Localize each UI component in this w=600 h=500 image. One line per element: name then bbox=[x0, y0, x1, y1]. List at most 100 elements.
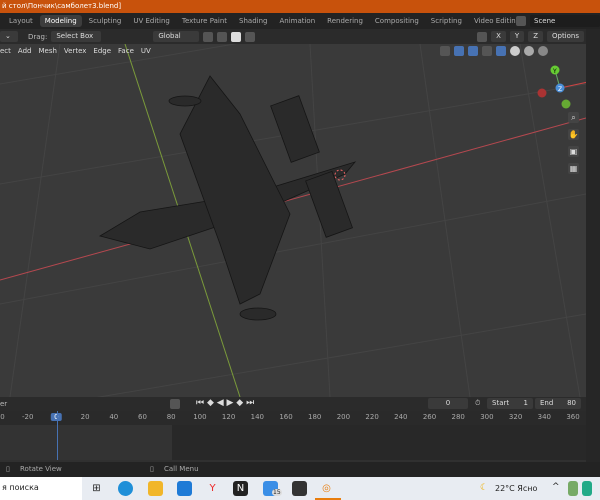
store-icon[interactable] bbox=[292, 481, 307, 496]
tray-chevron-icon[interactable]: ^ bbox=[552, 482, 560, 492]
start-frame-field[interactable]: Start 1 bbox=[487, 398, 533, 409]
hand-pan-icon[interactable]: ✋ bbox=[568, 129, 579, 140]
3d-viewport[interactable]: Y Z bbox=[0, 44, 586, 397]
yandex-browser-icon[interactable]: Y bbox=[205, 481, 220, 496]
tab-texture-paint[interactable]: Texture Paint bbox=[177, 15, 232, 27]
frame-range-highlight bbox=[0, 425, 172, 460]
frame-tick: 340 bbox=[537, 413, 551, 421]
grid-perspective-icon[interactable]: ▦ bbox=[568, 163, 579, 174]
playback-controls[interactable]: ⏮ ◆ ◀ ▶ ◆ ⏭ bbox=[196, 398, 254, 408]
window-title: й стол\Пончик\самболет3.blend] bbox=[0, 0, 600, 13]
frame-tick: 200 bbox=[336, 413, 351, 421]
properties-strip[interactable] bbox=[586, 29, 600, 462]
material-shading-icon[interactable] bbox=[524, 46, 534, 56]
task-view-icon[interactable]: ⊞ bbox=[89, 481, 104, 496]
frame-tick: 220 bbox=[365, 413, 379, 421]
navigation-gizmo: Y Z bbox=[537, 65, 586, 109]
tab-uv-editing[interactable]: UV Editing bbox=[128, 15, 175, 27]
axis-y-toggle[interactable]: Y bbox=[509, 31, 525, 42]
snap-target-icon[interactable] bbox=[231, 31, 242, 42]
frame-tick: 100 bbox=[193, 413, 207, 421]
visibility-icon[interactable] bbox=[440, 46, 450, 56]
drag-dropdown[interactable]: Select Box bbox=[51, 31, 102, 42]
tab-sculpting[interactable]: Sculpting bbox=[84, 15, 127, 27]
frame-tick: 140 bbox=[250, 413, 264, 421]
scene-selector[interactable]: Scene bbox=[516, 14, 600, 28]
record-icon[interactable] bbox=[170, 399, 180, 409]
start-value: 1 bbox=[523, 399, 528, 407]
menu-face[interactable]: Face bbox=[118, 47, 134, 55]
tray-app-icon[interactable] bbox=[568, 481, 578, 496]
end-label: End bbox=[540, 399, 554, 407]
scene-name[interactable]: Scene bbox=[530, 15, 600, 27]
menu-mesh[interactable]: Mesh bbox=[38, 47, 56, 55]
frame-tick: 80 bbox=[166, 413, 176, 421]
weather-moon-icon: ☾ bbox=[480, 483, 489, 493]
mouse-icon: ▯ bbox=[6, 465, 10, 473]
frame-tick: 40 bbox=[109, 413, 119, 421]
tab-shading[interactable]: Shading bbox=[234, 15, 272, 27]
gizmo-y-label: Y bbox=[552, 68, 557, 75]
blender-icon[interactable]: ◎ bbox=[319, 481, 334, 496]
mode-dropdown[interactable]: ⌄ bbox=[0, 31, 18, 42]
tab-scripting[interactable]: Scripting bbox=[426, 15, 467, 27]
zoom-icon[interactable]: ⌕ bbox=[568, 112, 579, 123]
proportional-edit-icon[interactable] bbox=[245, 31, 256, 42]
frame-tick: -40 bbox=[0, 413, 5, 421]
gizmo-toggle-icon[interactable] bbox=[454, 46, 464, 56]
taskbar-search[interactable]: я поиска bbox=[0, 477, 82, 500]
frame-tick: 300 bbox=[480, 413, 494, 421]
mail-icon[interactable] bbox=[177, 481, 192, 496]
viewport-shading-controls bbox=[440, 44, 548, 58]
menu-vertex[interactable]: Vertex bbox=[64, 47, 87, 55]
axis-z-toggle[interactable]: Z bbox=[528, 31, 543, 42]
edge-icon[interactable] bbox=[118, 481, 133, 496]
menu-add[interactable]: Add bbox=[18, 47, 32, 55]
file-explorer-icon[interactable] bbox=[148, 481, 163, 496]
menu-uv[interactable]: UV bbox=[141, 47, 151, 55]
stopwatch-icon[interactable]: ⏱ bbox=[475, 399, 480, 408]
camera-icon[interactable]: ▣ bbox=[568, 146, 579, 157]
tray-app-icon-2[interactable] bbox=[582, 481, 592, 496]
xray-icon[interactable] bbox=[482, 46, 492, 56]
playhead[interactable] bbox=[57, 411, 58, 460]
mirror-icon[interactable] bbox=[477, 31, 488, 42]
edit-menu-bar: ect Add Mesh Vertex Edge Face UV bbox=[0, 44, 151, 58]
notion-icon[interactable]: N bbox=[233, 481, 248, 496]
rendered-shading-icon[interactable] bbox=[538, 46, 548, 56]
tool-header: ⌄ Drag: Select Box Global X Y Z Options bbox=[0, 29, 600, 44]
frame-tick: 280 bbox=[451, 413, 465, 421]
orientation-dropdown[interactable]: Global bbox=[153, 31, 200, 42]
frame-tick: 20 bbox=[80, 413, 90, 421]
timeline-ruler[interactable]: -40-200204060801001201401601802002202402… bbox=[0, 411, 586, 425]
menu-select[interactable]: ect bbox=[0, 47, 11, 55]
axis-x-toggle[interactable]: X bbox=[491, 31, 506, 42]
pivot-icon[interactable] bbox=[203, 31, 214, 42]
frame-tick: 160 bbox=[279, 413, 293, 421]
timeline-body[interactable] bbox=[0, 411, 586, 460]
tab-modeling[interactable]: Modeling bbox=[39, 15, 82, 27]
tab-layout[interactable]: Layout bbox=[4, 15, 38, 27]
airplane-mesh bbox=[98, 75, 357, 321]
overlay-toggle-icon[interactable] bbox=[468, 46, 478, 56]
drag-label: Drag: bbox=[28, 32, 48, 41]
frame-tick: 60 bbox=[138, 413, 147, 421]
weather-text[interactable]: 22°C Ясно bbox=[495, 484, 537, 493]
tab-rendering[interactable]: Rendering bbox=[322, 15, 368, 27]
solid-shading-icon[interactable] bbox=[510, 46, 520, 56]
notification-badge: 15 bbox=[272, 489, 282, 496]
viewport-nav-tools: ⌕ ✋ ▣ ▦ bbox=[568, 112, 584, 174]
status-call-menu: Call Menu bbox=[164, 465, 199, 473]
end-frame-field[interactable]: End 80 bbox=[535, 398, 581, 409]
options-dropdown[interactable]: Options bbox=[546, 31, 584, 42]
wireframe-shading-icon[interactable] bbox=[496, 46, 506, 56]
tab-compositing[interactable]: Compositing bbox=[370, 15, 424, 27]
gizmo-z-label: Z bbox=[558, 86, 562, 93]
current-frame-field[interactable]: 0 bbox=[428, 398, 468, 409]
frame-tick: 360 bbox=[566, 413, 580, 421]
frame-tick: 180 bbox=[308, 413, 322, 421]
tab-animation[interactable]: Animation bbox=[274, 15, 320, 27]
menu-edge[interactable]: Edge bbox=[93, 47, 111, 55]
snap-icon[interactable] bbox=[217, 31, 228, 42]
frame-tick: 260 bbox=[422, 413, 437, 421]
